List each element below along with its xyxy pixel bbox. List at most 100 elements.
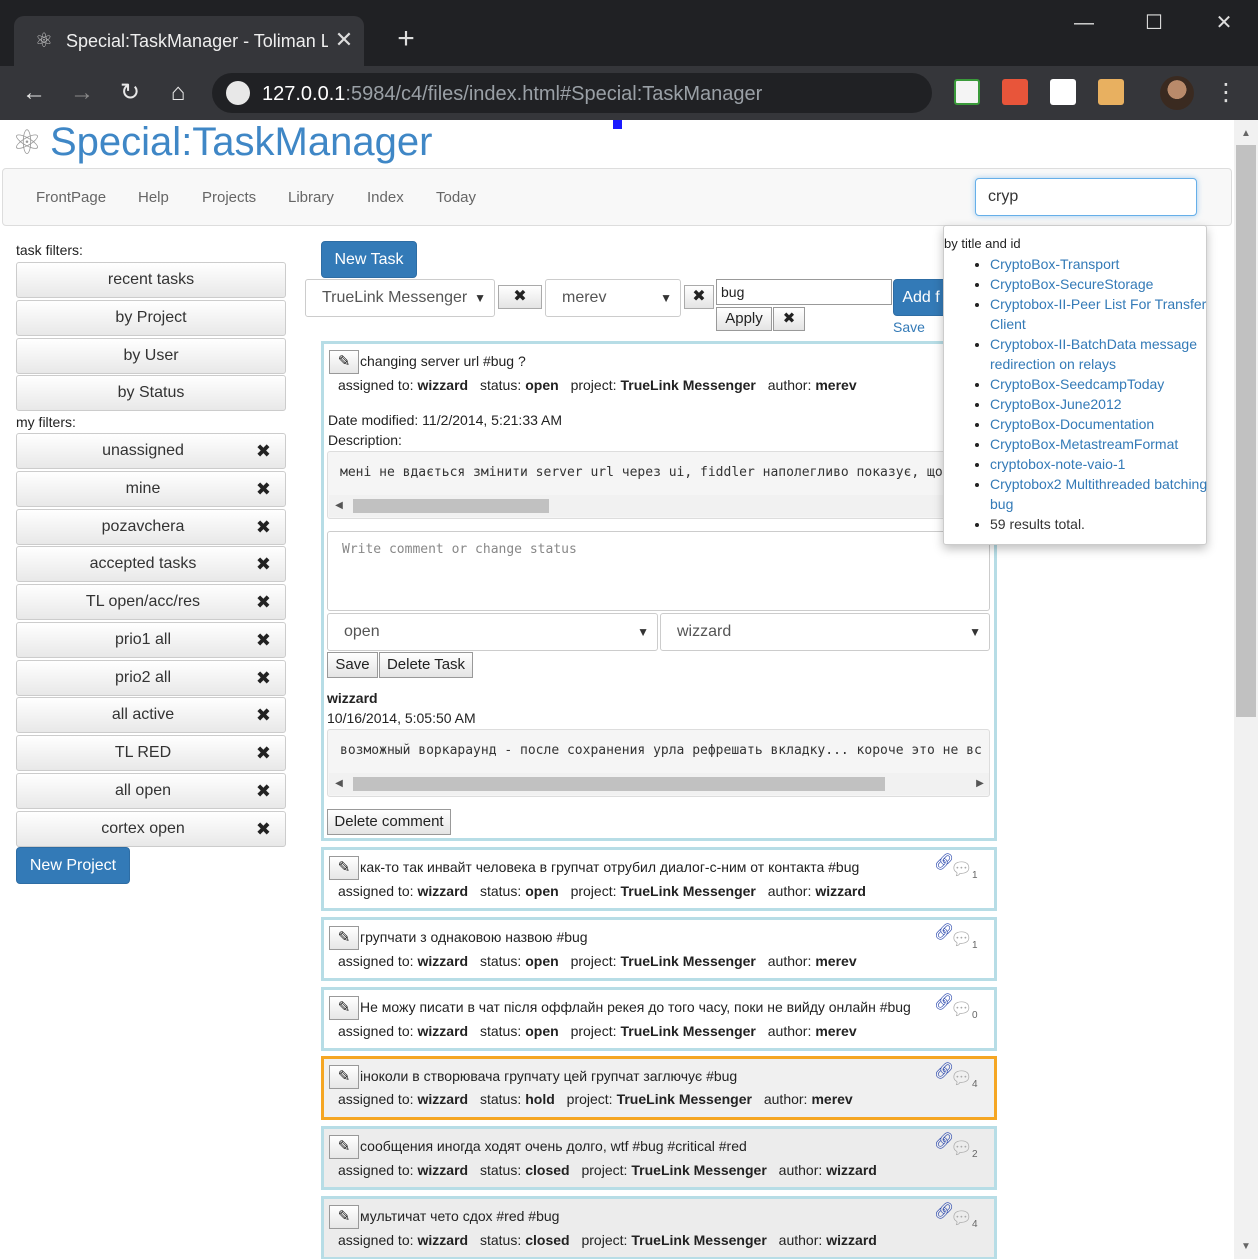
scroll-down-icon[interactable]: ▼: [1234, 1235, 1258, 1259]
scroll-left-icon[interactable]: ◀: [331, 773, 347, 795]
remove-icon[interactable]: ✖: [256, 736, 271, 770]
pencil-icon[interactable]: ✎: [329, 856, 359, 880]
remove-icon[interactable]: ✖: [256, 774, 271, 808]
my-filter-prio1-all[interactable]: prio1 all ✖: [16, 622, 286, 658]
extension-slash-icon[interactable]: [1050, 79, 1076, 105]
task-card[interactable]: ✎ Не можу писати в чат після оффлайн рек…: [321, 987, 997, 1051]
scroll-thumb[interactable]: [353, 777, 885, 791]
my-filter-cortex-open[interactable]: cortex open ✖: [16, 811, 286, 847]
status-select[interactable]: open ▼: [327, 613, 658, 651]
extension-network-icon[interactable]: [1002, 79, 1028, 105]
my-filter-tl-red[interactable]: TL RED ✖: [16, 735, 286, 771]
remove-icon[interactable]: ✖: [256, 510, 271, 544]
browser-tab[interactable]: ⚛ Special:TaskManager - Toliman LL ✕: [14, 16, 364, 66]
comment-icon[interactable]: 💬︎: [950, 1000, 973, 1018]
clear-user-button[interactable]: ✖: [684, 285, 714, 309]
comment-icon[interactable]: 💬︎: [950, 1069, 973, 1087]
my-filter-all-active[interactable]: all active ✖: [16, 697, 286, 733]
clear-filter-button[interactable]: ✖: [773, 307, 805, 331]
back-icon[interactable]: ←: [16, 75, 52, 111]
remove-icon[interactable]: ✖: [256, 472, 271, 506]
filter-by-project[interactable]: by Project: [16, 300, 286, 336]
nav-projects[interactable]: Projects: [202, 189, 256, 207]
delete-task-button[interactable]: Delete Task: [379, 652, 473, 678]
search-result-link[interactable]: CryptoBox-SecureStorage: [990, 276, 1153, 292]
my-filter-accepted-tasks[interactable]: accepted tasks ✖: [16, 546, 286, 582]
nav-index[interactable]: Index: [367, 189, 404, 207]
filter-text-input[interactable]: bug: [716, 279, 892, 305]
search-result-link[interactable]: CryptoBox-SeedcampToday: [990, 376, 1164, 392]
my-filter-pozavchera[interactable]: pozavchera ✖: [16, 509, 286, 545]
remove-icon[interactable]: ✖: [256, 547, 271, 581]
search-input[interactable]: [975, 178, 1197, 216]
apply-button[interactable]: Apply: [716, 307, 772, 331]
search-result-link[interactable]: CryptoBox-Documentation: [990, 416, 1154, 432]
comment-icon[interactable]: 💬︎: [950, 930, 973, 948]
add-filter-button[interactable]: Add f: [893, 279, 949, 316]
pencil-icon[interactable]: ✎: [329, 926, 359, 950]
user-select[interactable]: merev ▼: [545, 279, 681, 317]
pencil-icon[interactable]: ✎: [329, 1135, 359, 1159]
search-result-link[interactable]: CryptoBox-June2012: [990, 396, 1122, 412]
comment-scrollbar[interactable]: ◀ ▶: [329, 773, 989, 795]
my-filter-mine[interactable]: mine ✖: [16, 471, 286, 507]
reload-icon[interactable]: ↻: [112, 75, 148, 111]
task-card-closed[interactable]: ✎ сообщения иногда ходят очень долго, wt…: [321, 1126, 997, 1190]
pencil-icon[interactable]: ✎: [329, 1065, 359, 1089]
scroll-left-icon[interactable]: ◀: [331, 495, 347, 517]
new-project-button[interactable]: New Project: [16, 847, 130, 884]
extension-lock-icon[interactable]: [1098, 79, 1124, 105]
new-tab-icon[interactable]: +: [390, 24, 422, 56]
remove-icon[interactable]: ✖: [256, 661, 271, 695]
home-icon[interactable]: ⌂: [160, 75, 196, 111]
save-task-button[interactable]: Save: [327, 652, 378, 678]
close-window-icon[interactable]: ✕: [1204, 8, 1244, 38]
search-result-link[interactable]: Cryptobox-II-Peer List For Transfer Clie…: [990, 296, 1206, 332]
nav-help[interactable]: Help: [138, 189, 169, 207]
task-card-hold[interactable]: ✎ іноколи в створювача групчату цей груп…: [321, 1056, 997, 1120]
task-card-closed[interactable]: ✎ мультичат чето сдох #red #bug 🔗︎ 💬︎ 4 …: [321, 1196, 997, 1259]
clear-project-button[interactable]: ✖: [498, 285, 542, 309]
my-filter-tl-open[interactable]: TL open/acc/res ✖: [16, 584, 286, 620]
pencil-icon[interactable]: ✎: [329, 350, 359, 374]
remove-icon[interactable]: ✖: [256, 812, 271, 846]
comment-icon[interactable]: 💬︎: [950, 1139, 973, 1157]
task-card[interactable]: ✎ групчати з однаковою назвою #bug 🔗︎ 💬︎…: [321, 917, 997, 981]
remove-icon[interactable]: ✖: [256, 623, 271, 657]
browser-menu-icon[interactable]: ⋮: [1214, 78, 1238, 108]
nav-today[interactable]: Today: [436, 189, 476, 207]
description-scrollbar[interactable]: ◀: [329, 495, 989, 517]
nav-frontpage[interactable]: FrontPage: [36, 189, 106, 207]
pencil-icon[interactable]: ✎: [329, 996, 359, 1020]
filter-recent-tasks[interactable]: recent tasks: [16, 262, 286, 298]
profile-avatar[interactable]: [1160, 76, 1194, 110]
remove-icon[interactable]: ✖: [256, 585, 271, 619]
save-filter-link[interactable]: Save: [893, 319, 925, 335]
search-result-link[interactable]: CryptoBox-MetastreamFormat: [990, 436, 1178, 452]
pencil-icon[interactable]: ✎: [329, 1205, 359, 1229]
forward-icon[interactable]: →: [64, 75, 100, 111]
my-filter-prio2-all[interactable]: prio2 all ✖: [16, 660, 286, 696]
assignee-select[interactable]: wizzard ▼: [660, 613, 990, 651]
address-bar[interactable]: 127.0.0.1:5984/c4/files/index.html#Speci…: [212, 73, 932, 113]
new-task-button[interactable]: New Task: [321, 241, 417, 278]
comment-textarea[interactable]: Write comment or change status: [327, 531, 990, 611]
scroll-thumb[interactable]: [353, 499, 549, 513]
scroll-right-icon[interactable]: ▶: [972, 773, 988, 795]
project-select[interactable]: TrueLink Messenger ▼: [305, 279, 495, 317]
filter-by-user[interactable]: by User: [16, 338, 286, 374]
filter-by-status[interactable]: by Status: [16, 375, 286, 411]
comment-icon[interactable]: 💬︎: [950, 860, 973, 878]
page-scroll-thumb[interactable]: [1236, 145, 1256, 717]
remove-icon[interactable]: ✖: [256, 434, 271, 468]
remove-icon[interactable]: ✖: [256, 698, 271, 732]
comment-icon[interactable]: 💬︎: [950, 1209, 973, 1227]
search-result-link[interactable]: Cryptobox-II-BatchData message redirecti…: [990, 336, 1197, 372]
search-result-link[interactable]: Cryptobox2 Multithreaded batching bug: [990, 476, 1207, 512]
close-tab-icon[interactable]: ✕: [332, 28, 356, 52]
my-filter-unassigned[interactable]: unassigned ✖: [16, 433, 286, 469]
search-result-link[interactable]: CryptoBox-Transport: [990, 256, 1119, 272]
scroll-up-icon[interactable]: ▲: [1234, 122, 1258, 146]
search-result-link[interactable]: cryptobox-note-vaio-1: [990, 456, 1125, 472]
my-filter-all-open[interactable]: all open ✖: [16, 773, 286, 809]
